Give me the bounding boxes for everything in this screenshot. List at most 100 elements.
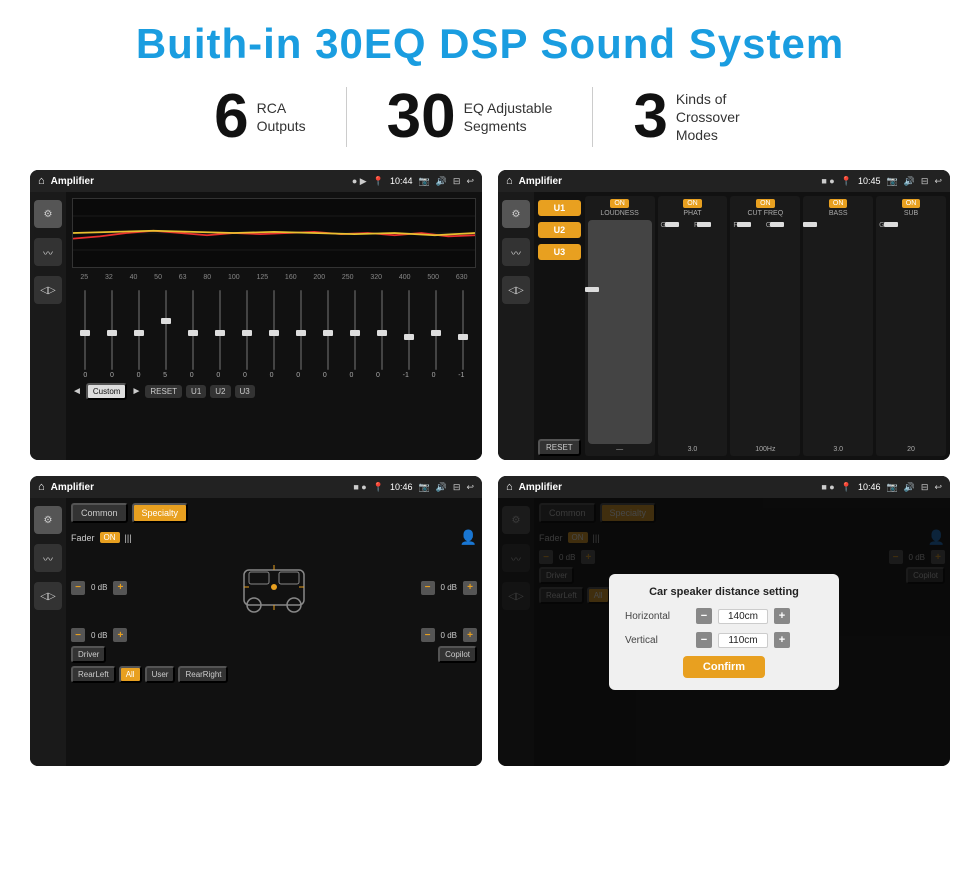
dialog-box: Car speaker distance setting Horizontal … (609, 574, 839, 690)
rearleft-btn[interactable]: RearLeft (71, 666, 116, 683)
vol2-minus[interactable]: − (71, 628, 85, 642)
specialty-icon-btn-3[interactable]: ◁▷ (34, 582, 62, 610)
channel-sliders: ON LOUDNESS — ON PHAT G (585, 196, 946, 456)
bass-on: ON (829, 199, 848, 208)
eq-slider-8[interactable] (273, 290, 275, 370)
rearright-btn[interactable]: RearRight (178, 666, 228, 683)
loudness-label: LOUDNESS (600, 210, 639, 217)
horizontal-value: 140cm (718, 609, 768, 624)
spec-bottom-btns-2: RearLeft All User RearRight (71, 666, 477, 683)
home-icon-4[interactable]: ⌂ (506, 481, 513, 493)
horizontal-minus-btn[interactable]: − (696, 608, 712, 624)
confirm-button[interactable]: Confirm (683, 656, 765, 678)
main-title: Buith-in 30EQ DSP Sound System (30, 20, 950, 68)
eq-icon-btn-1[interactable]: ⚙ (34, 200, 62, 228)
eq-slider-11[interactable] (354, 290, 356, 370)
fader-label: Fader (71, 533, 95, 543)
crossover-icon-btn-3[interactable]: ◁▷ (502, 276, 530, 304)
eq-side-icons: ⚙ 〰 ◁▷ (30, 192, 66, 460)
crossover-main: U1 U2 U3 RESET ON LOUDNESS (534, 192, 950, 460)
copilot-btn[interactable]: Copilot (438, 646, 477, 663)
eq-main-area: 2532405063 80100125160200 25032040050063… (66, 192, 482, 460)
eq-slider-12[interactable] (381, 290, 383, 370)
vol-row-2: − 0 dB + − 0 dB + (71, 628, 477, 642)
all-btn[interactable]: All (119, 666, 142, 683)
eq-screen-content: ⚙ 〰 ◁▷ (30, 192, 482, 460)
stat-crossover: 3 Kinds of Crossover Modes (593, 86, 805, 148)
vol2-plus[interactable]: + (113, 628, 127, 642)
custom-btn[interactable]: Custom (86, 383, 128, 400)
back-icon[interactable]: ↩ (466, 176, 474, 187)
home-icon-3[interactable]: ⌂ (38, 481, 45, 493)
fader-on-badge: ON (100, 532, 120, 543)
prev-icon[interactable]: ◄ (72, 386, 82, 397)
u1-btn[interactable]: U1 (186, 385, 206, 398)
crossover-icon-btn-2[interactable]: 〰 (502, 238, 530, 266)
horizontal-label: Horizontal (625, 611, 690, 622)
vertical-label: Vertical (625, 635, 690, 646)
sub-label: SUB (904, 210, 918, 217)
reset-btn[interactable]: RESET (145, 385, 182, 398)
u1-crossover-btn[interactable]: U1 (538, 200, 581, 216)
eq-slider-1[interactable] (84, 290, 86, 370)
next-icon[interactable]: ► (131, 386, 141, 397)
dialog-vertical-row: Vertical − 110cm + (625, 632, 823, 648)
specialty-icon-btn-2[interactable]: 〰 (34, 544, 62, 572)
eq-icon-btn-2[interactable]: 〰 (34, 238, 62, 266)
common-tab[interactable]: Common (71, 503, 128, 523)
eq-slider-9[interactable] (300, 290, 302, 370)
eq-slider-6[interactable] (219, 290, 221, 370)
cutfreq-on: ON (756, 199, 775, 208)
sub-val: 20 (907, 446, 915, 453)
location-icon: 📍 (373, 176, 384, 187)
vol1-minus[interactable]: − (71, 581, 85, 595)
vol1-right-plus[interactable]: + (463, 581, 477, 595)
eq-slider-10[interactable] (327, 290, 329, 370)
vol1-plus[interactable]: + (113, 581, 127, 595)
back-icon-2[interactable]: ↩ (934, 176, 942, 187)
eq-icon-btn-3[interactable]: ◁▷ (34, 276, 62, 304)
specialty-time: 10:46 (390, 482, 413, 492)
u2-btn[interactable]: U2 (210, 385, 230, 398)
vol2-right-plus[interactable]: + (463, 628, 477, 642)
home-icon-2[interactable]: ⌂ (506, 175, 513, 187)
person-icon: 👤 (460, 529, 477, 546)
u3-btn[interactable]: U3 (235, 385, 255, 398)
u3-crossover-btn[interactable]: U3 (538, 244, 581, 260)
specialty-topbar: ⌂ Amplifier ■ ● 📍 10:46 📷 🔊 ⊟ ↩ (30, 476, 482, 498)
dialog-time: 10:46 (858, 482, 881, 492)
vertical-plus-btn[interactable]: + (774, 632, 790, 648)
eq-slider-4[interactable] (165, 290, 167, 370)
eq-slider-7[interactable] (246, 290, 248, 370)
phat-channel: ON PHAT G F 3.0 (658, 196, 728, 456)
vol2-right-minus[interactable]: − (421, 628, 435, 642)
back-icon-4[interactable]: ↩ (934, 482, 942, 493)
user-btn[interactable]: User (145, 666, 176, 683)
driver-btn[interactable]: Driver (71, 646, 106, 663)
u2-crossover-btn[interactable]: U2 (538, 222, 581, 238)
loudness-slider[interactable] (588, 220, 652, 444)
eq-slider-5[interactable] (192, 290, 194, 370)
eq-slider-13[interactable] (408, 290, 410, 370)
specialty-icon-btn-1[interactable]: ⚙ (34, 506, 62, 534)
vol1-right-minus[interactable]: − (421, 581, 435, 595)
specialty-screen-content: ⚙ 〰 ◁▷ Common Specialty Fader ON ||| 👤 (30, 498, 482, 766)
eq-slider-3[interactable] (138, 290, 140, 370)
screen-icon-2: ⊟ (921, 176, 929, 187)
crossover-reset-btn[interactable]: RESET (538, 439, 581, 456)
eq-slider-2[interactable] (111, 290, 113, 370)
specialty-tab[interactable]: Specialty (132, 503, 189, 523)
vol2-right-val: 0 dB (441, 631, 457, 640)
back-icon-3[interactable]: ↩ (466, 482, 474, 493)
eq-slider-14[interactable] (435, 290, 437, 370)
crossover-topbar-title: Amplifier (519, 176, 816, 187)
vertical-minus-btn[interactable]: − (696, 632, 712, 648)
crossover-icon-btn-1[interactable]: ⚙ (502, 200, 530, 228)
eq-slider-15[interactable] (462, 290, 464, 370)
eq-graph (72, 198, 476, 268)
dialog-title: Car speaker distance setting (625, 586, 823, 598)
horizontal-plus-btn[interactable]: + (774, 608, 790, 624)
spec-tab-btns: Common Specialty (71, 503, 477, 523)
vol1-left-val: 0 dB (91, 583, 107, 592)
home-icon[interactable]: ⌂ (38, 175, 45, 187)
